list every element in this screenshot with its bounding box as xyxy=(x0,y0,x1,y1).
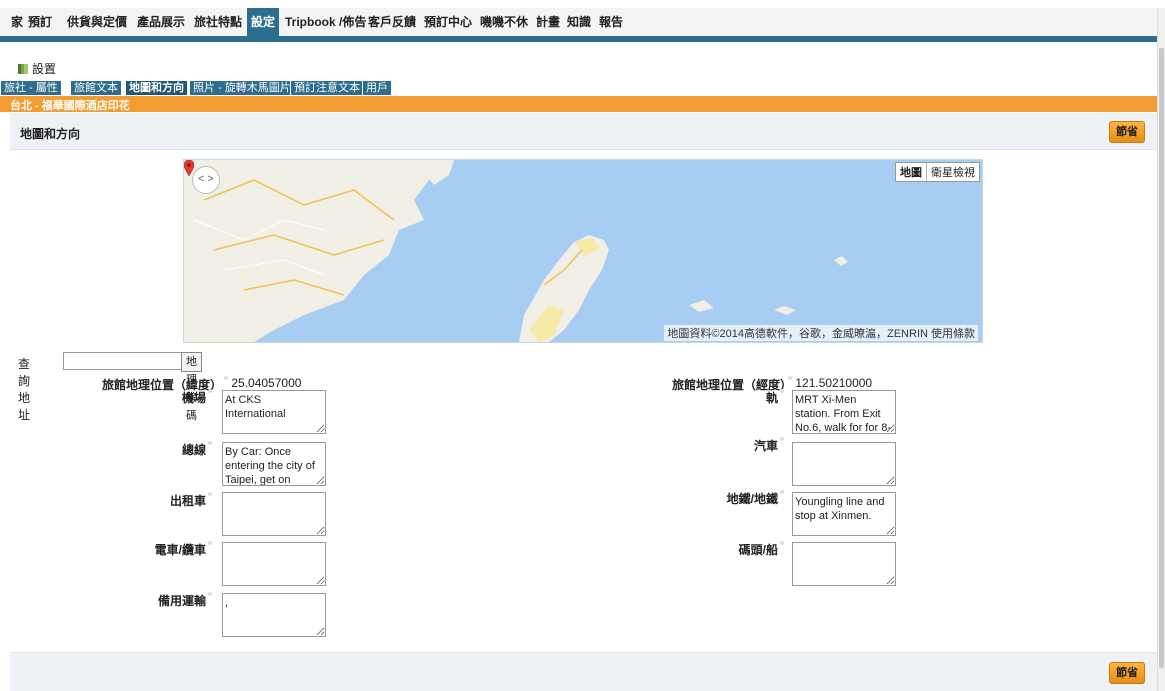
map-terrain xyxy=(184,160,848,342)
subtab-hotel-text[interactable]: 旅館文本 xyxy=(70,80,122,96)
subtab-booking-notes[interactable]: 預訂注意文本 xyxy=(290,80,364,96)
hotel-bar: 台北 - 福華國際酒店印花 xyxy=(0,96,1157,112)
route-textarea[interactable] xyxy=(222,442,326,486)
subway-label-text: 地鐵/地鐵 xyxy=(726,492,778,506)
top-nav: 家 預訂 供貨與定價 產品展示 旅社特點 設定 Tripbook /佈告 客戶反… xyxy=(0,8,1157,37)
taxi-label: 出租車 xyxy=(140,492,212,509)
nav-item-tripbook[interactable]: Tripbook /佈告 xyxy=(281,8,370,36)
nav-item-booking-center[interactable]: 預訂中心 xyxy=(420,8,476,36)
airport-textarea[interactable] xyxy=(222,390,326,434)
pier-label: 碼頭/船 xyxy=(700,541,784,558)
hotel-name: 台北 - 福華國際酒店印花 xyxy=(10,100,130,112)
car-label-text: 汽車 xyxy=(753,439,778,453)
alt-transport-textarea[interactable] xyxy=(222,593,326,637)
map-pin-icon[interactable] xyxy=(184,160,194,176)
subway-label: 地鐵/地鐵 xyxy=(700,490,784,507)
nav-item-reservations[interactable]: 預訂 xyxy=(24,8,56,36)
route-label-text: 總線 xyxy=(181,443,206,457)
panel-title: 地圖和方向 xyxy=(20,127,81,141)
nav-item-reports[interactable]: 報告 xyxy=(595,8,627,36)
nav-item-feedback[interactable]: 客戶反饋 xyxy=(364,8,420,36)
subway-textarea[interactable] xyxy=(792,492,896,536)
airport-label-text: 機場 xyxy=(181,391,206,405)
tram-textarea[interactable] xyxy=(222,542,326,586)
car-textarea[interactable] xyxy=(792,442,896,486)
save-button-top[interactable]: 節省 xyxy=(1109,121,1145,143)
subtab-users[interactable]: 用戶 xyxy=(362,80,392,96)
panel-header: 地圖和方向 節省 xyxy=(10,113,1157,150)
tram-label-text: 電車/纜車 xyxy=(154,543,206,557)
map-type-satellite[interactable]: 衛星檢視 xyxy=(926,163,979,181)
geocode-button[interactable]: 地理編碼 xyxy=(181,352,202,422)
alt-transport-label: 備用運輸 xyxy=(140,592,212,609)
map-type-toggle: 地圖 衛星檢視 xyxy=(895,162,980,182)
pier-textarea[interactable] xyxy=(792,542,896,586)
address-search-input[interactable] xyxy=(63,352,193,370)
nav-item-knowledge[interactable]: 知識 xyxy=(563,8,595,36)
tram-label: 電車/纜車 xyxy=(140,541,212,558)
pier-label-text: 碼頭/船 xyxy=(738,543,778,557)
subtab-photo-carousel[interactable]: 照片 - 旋轉木馬圖片 xyxy=(189,80,295,96)
nav-item-features[interactable]: 旅社特點 xyxy=(190,8,246,36)
rail-label-text: 軌 xyxy=(765,391,778,405)
subtab-hotel-properties[interactable]: 旅社 - 屬性 xyxy=(0,80,62,96)
nav-item-chatter[interactable]: 嘰嘰不休 xyxy=(476,8,532,36)
latitude-number: 25.04057000 xyxy=(231,376,302,390)
longitude-value: 121.50210000 xyxy=(786,376,872,390)
taxi-label-text: 出租車 xyxy=(169,494,206,508)
nav-item-products[interactable]: 產品展示 xyxy=(133,8,189,36)
map-type-map[interactable]: 地圖 xyxy=(896,163,926,181)
subtab-map-directions[interactable]: 地圖和方向 xyxy=(125,80,188,96)
page-scrollbar[interactable] xyxy=(1157,8,1165,691)
nav-underline xyxy=(0,36,1157,42)
nav-item-inventory-pricing[interactable]: 供貨與定價 xyxy=(63,8,131,36)
scrollbar-thumb[interactable] xyxy=(1159,48,1164,668)
map-pan-control[interactable]: < > xyxy=(192,166,220,194)
latitude-value: 25.04057000 xyxy=(222,376,301,390)
route-label: 總線 xyxy=(140,441,212,458)
map-attribution[interactable]: 地圖資料©2014高德軟件，谷歌，金威暸滬，ZENRIN 使用條款 xyxy=(664,325,978,341)
longitude-number: 121.50210000 xyxy=(795,376,873,390)
save-button-bottom[interactable]: 節省 xyxy=(1109,662,1145,684)
airport-label: 機場 xyxy=(140,389,212,406)
rail-textarea[interactable] xyxy=(792,390,896,434)
breadcrumb: 設置 xyxy=(18,60,56,77)
panel-footer: 節省 xyxy=(10,652,1157,691)
alt-transport-label-text: 備用運輸 xyxy=(157,594,206,608)
breadcrumb-label: 設置 xyxy=(32,62,57,76)
car-label: 汽車 xyxy=(700,437,784,454)
rail-label: 軌 xyxy=(700,389,784,406)
nav-item-settings[interactable]: 設定 xyxy=(247,8,280,36)
bar-chart-icon xyxy=(18,64,28,74)
map[interactable]: < > 地圖 衛星檢視 地圖資料©2014高德軟件，谷歌，金威暸滬，ZENRIN… xyxy=(183,159,983,343)
nav-item-plans[interactable]: 計畫 xyxy=(532,8,564,36)
taxi-textarea[interactable] xyxy=(222,492,326,536)
address-search-label: 查詢地址 xyxy=(18,357,31,422)
